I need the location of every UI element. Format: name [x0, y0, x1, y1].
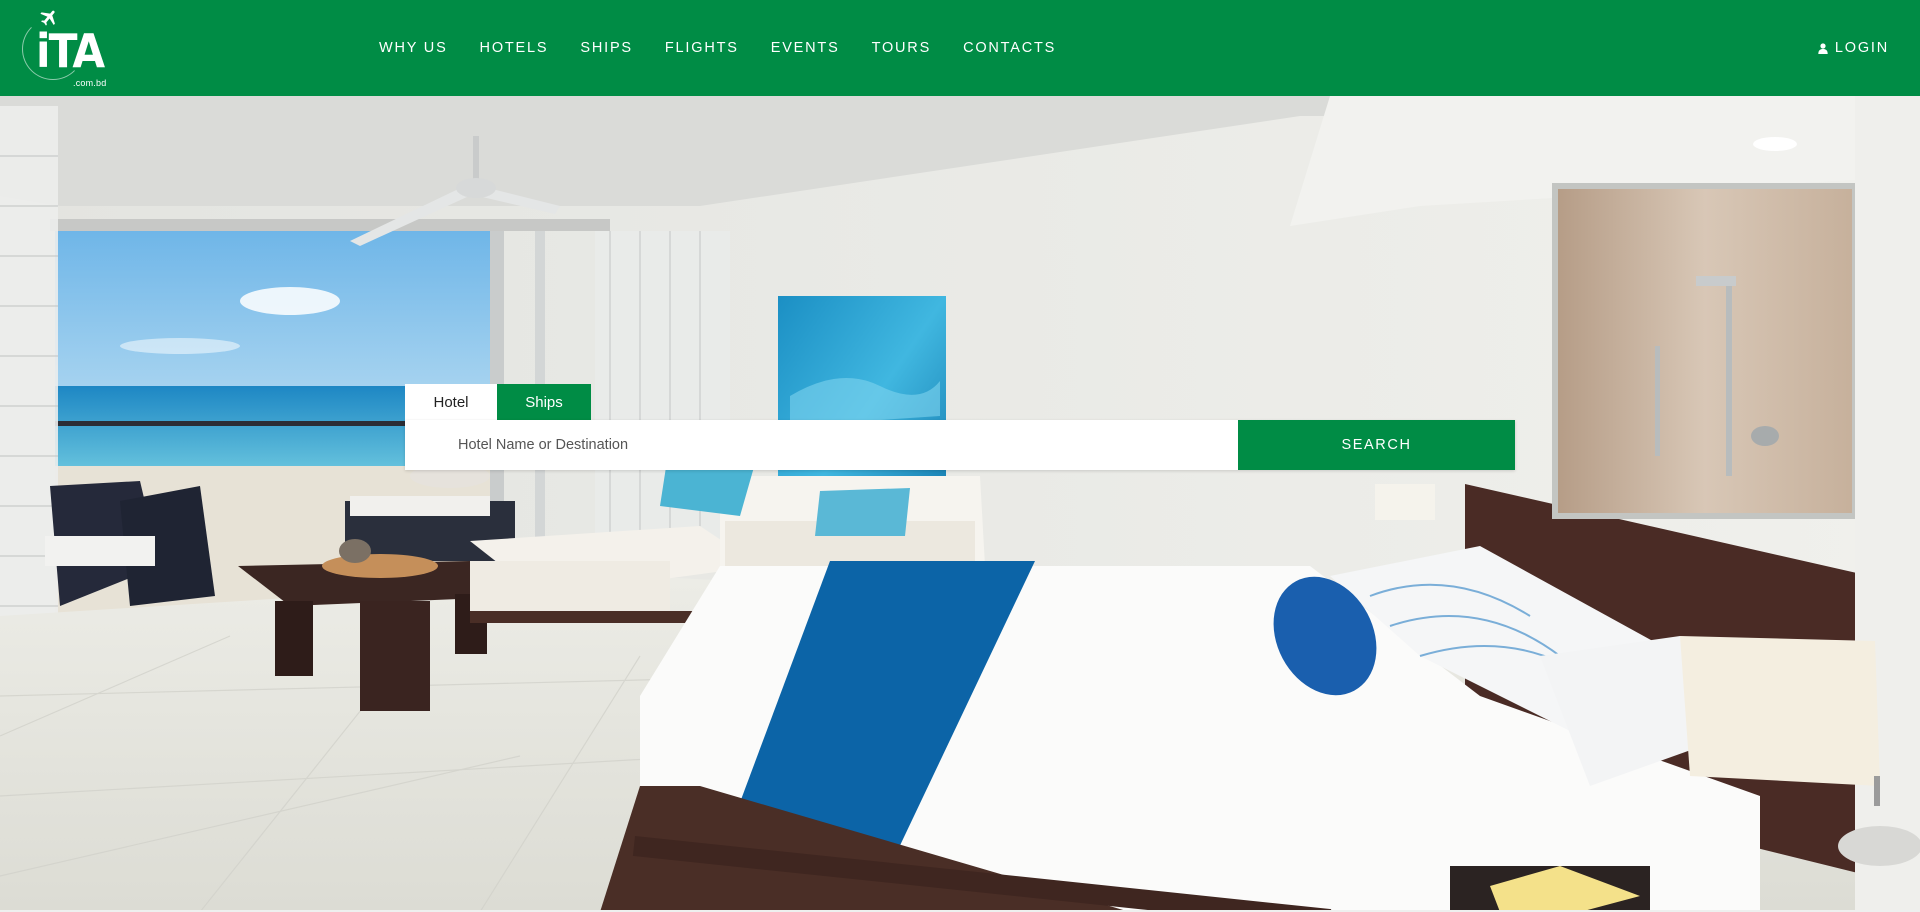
top-navigation-bar: iTA .com.bd WHY US HOTELS SHIPS FLIGHTS … — [0, 0, 1920, 96]
tab-ships[interactable]: Ships — [497, 384, 591, 420]
login-link[interactable]: LOGIN — [1818, 0, 1889, 96]
login-label: LOGIN — [1834, 40, 1889, 56]
user-icon — [1818, 42, 1828, 54]
nav-item-flights[interactable]: FLIGHTS — [665, 40, 739, 56]
nav-item-ships[interactable]: SHIPS — [580, 40, 633, 56]
logo-domain: .com.bd — [73, 78, 107, 88]
nav-item-why-us[interactable]: WHY US — [379, 40, 448, 56]
logo-wordmark: iTA — [36, 24, 105, 78]
hotel-room-background — [0, 96, 1920, 912]
tab-hotel[interactable]: Hotel — [405, 384, 497, 420]
nav-item-contacts[interactable]: CONTACTS — [963, 40, 1056, 56]
search-bar: SEARCH — [405, 420, 1515, 470]
nav-item-events[interactable]: EVENTS — [771, 40, 840, 56]
main-nav: WHY US HOTELS SHIPS FLIGHTS EVENTS TOURS… — [379, 0, 1088, 96]
destination-search-input[interactable] — [405, 420, 1238, 470]
hero-banner — [0, 96, 1920, 912]
nav-item-hotels[interactable]: HOTELS — [480, 40, 549, 56]
search-button[interactable]: SEARCH — [1238, 420, 1515, 470]
search-tabs: Hotel Ships — [405, 384, 591, 420]
nav-item-tours[interactable]: TOURS — [872, 40, 932, 56]
site-logo[interactable]: iTA .com.bd — [20, 8, 106, 88]
